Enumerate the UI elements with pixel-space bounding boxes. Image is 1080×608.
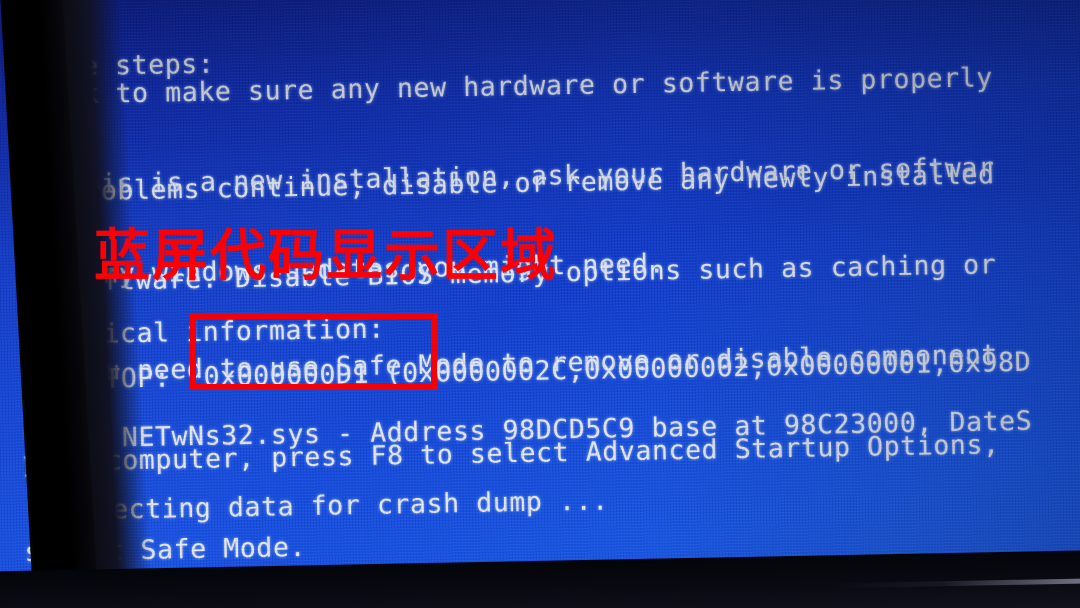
bsod-dump-line-2: Initializing disk for crash dump ...: [47, 574, 644, 608]
bsod-dump-line-1: Collecting data for crash dump ...: [45, 485, 609, 527]
bsod-dump-block: Collecting data for crash dump ... Initi…: [23, 415, 1080, 608]
annotation-label-blue-screen-code-area: 蓝屏代码显示区域: [94, 224, 558, 289]
bsod-photo: these steps: Check to make sure any new …: [0, 0, 1080, 608]
monitor-screen: these steps: Check to make sure any new …: [0, 0, 1080, 608]
bsod-problems-line-1: If problems continue, disable or remove …: [17, 159, 995, 209]
annotation-highlight-box-stop-code: [190, 313, 437, 390]
